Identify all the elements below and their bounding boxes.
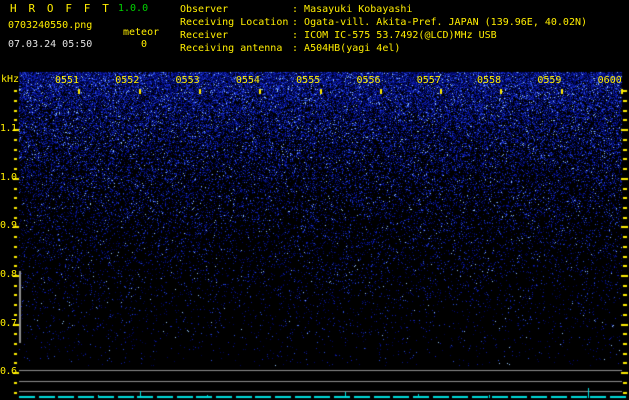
freq-tick-label: 0.9: [0, 220, 17, 232]
freq-tick-label: 1.1: [0, 123, 17, 135]
station-row-separator: :: [292, 43, 305, 54]
time-tick-label: 0556: [356, 75, 381, 86]
datetime-label: 07.03.24 05:50: [8, 39, 93, 50]
station-row-label: Receiving antenna: [180, 43, 283, 54]
time-tick-label: 0551: [54, 75, 80, 86]
time-tick-label: 0559: [537, 75, 562, 86]
output-filename: 0703240550.png: [8, 20, 93, 31]
freq-tick-label: 1.0: [0, 171, 17, 183]
station-row: Receiver: ICOM IC-575 53.7492(@LCD)MHz U…: [180, 29, 587, 42]
time-tick-label: 0554: [235, 75, 260, 86]
hrofft-window: H R O F F T 1.0.0 0703240550.png meteor …: [0, 0, 629, 400]
station-row: Receiving antenna: A504HB(yagi 4el): [180, 42, 587, 55]
khz-axis-label: kHz: [1, 74, 20, 85]
station-row-label: Receiving Location: [180, 17, 289, 28]
station-row-separator: :: [292, 17, 305, 28]
time-tick-label: 0557: [416, 75, 441, 86]
app-title: H R O F F T: [10, 2, 112, 15]
station-row-value: Ogata-vill. Akita-Pref. JAPAN (139.96E, …: [304, 17, 588, 28]
station-row-separator: :: [292, 30, 305, 41]
time-tick-label: 0552: [115, 75, 140, 86]
station-row-label: Receiver: [180, 30, 229, 41]
freq-tick-label: 0.6: [0, 366, 17, 378]
station-row-label: Observer: [180, 4, 229, 15]
spectrogram-canvas: [0, 0, 629, 400]
station-row-value: Masayuki Kobayashi: [304, 4, 413, 15]
station-row: Receiving Location: Ogata-vill. Akita-Pr…: [180, 16, 587, 29]
meteor-count: 0: [141, 39, 148, 50]
time-tick-label: 0600: [597, 75, 622, 86]
station-row-separator: :: [292, 4, 305, 15]
freq-tick-label: 0.8: [0, 269, 17, 280]
mode-label: meteor: [123, 27, 160, 38]
time-tick-label: 0555: [296, 75, 321, 86]
app-version: 1.0.0: [118, 3, 149, 14]
station-row: Observer: Masayuki Kobayashi: [180, 3, 587, 16]
station-row-value: ICOM IC-575 53.7492(@LCD)MHz USB: [304, 30, 497, 41]
freq-tick-label: 0.7: [0, 317, 17, 329]
time-tick-label: 0558: [477, 75, 502, 86]
station-row-value: A504HB(yagi 4el): [304, 43, 401, 54]
station-info: Observer: Masayuki Kobayashi Receiving Lo…: [180, 3, 587, 55]
time-tick-label: 0553: [175, 75, 200, 86]
